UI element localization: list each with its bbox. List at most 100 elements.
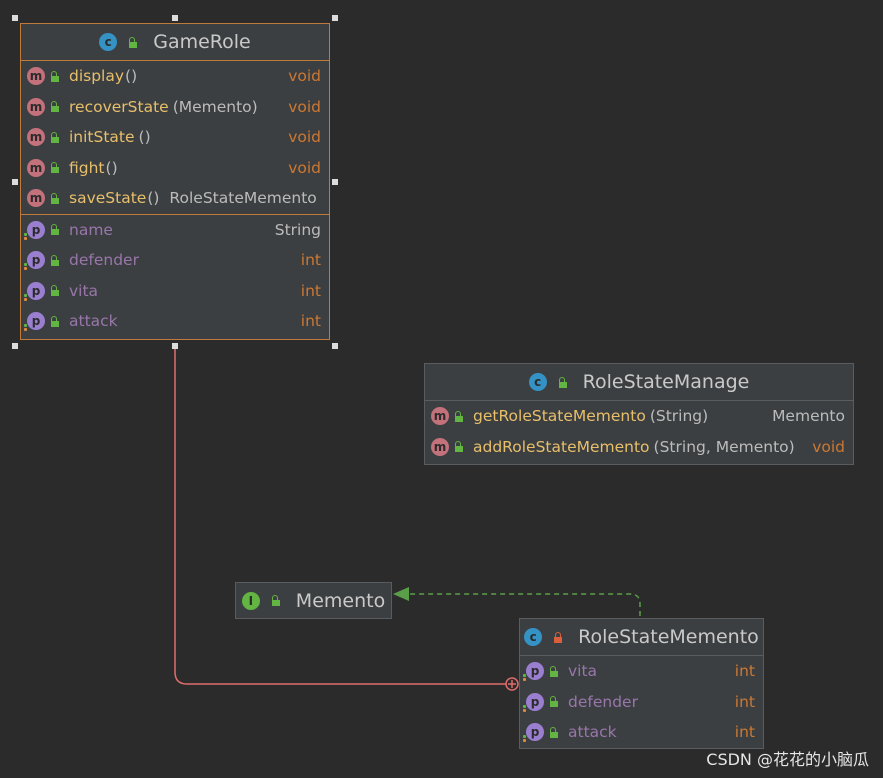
- public-lock-icon: [271, 595, 280, 606]
- method-return-type: void: [288, 128, 321, 147]
- public-lock-icon: [50, 192, 59, 204]
- public-lock-icon: [50, 101, 59, 113]
- memento-node[interactable]: I Memento: [235, 582, 392, 619]
- field-type: int: [734, 692, 755, 711]
- field-type: int: [300, 281, 321, 300]
- resize-handle-left[interactable]: [12, 179, 18, 185]
- watermark: CSDN @花花的小脑瓜: [706, 750, 869, 769]
- method-return-type: Memento: [772, 407, 845, 426]
- field-type: int: [300, 251, 321, 270]
- field-type: String: [274, 220, 321, 239]
- public-lock-icon: [549, 665, 558, 677]
- method-params: (): [147, 189, 160, 208]
- public-lock-icon: [50, 70, 59, 82]
- public-lock-icon: [549, 696, 558, 708]
- method-params: (String, Memento): [653, 437, 795, 456]
- method-params: (): [138, 128, 151, 147]
- public-lock-icon: [558, 376, 567, 388]
- method-icon: m: [27, 67, 45, 86]
- resize-handle-bottom-left[interactable]: [12, 343, 18, 349]
- property-icon: p: [24, 312, 45, 332]
- resize-handle-bottom[interactable]: [172, 343, 178, 349]
- public-lock-icon: [50, 254, 59, 266]
- method-row-recover-state[interactable]: m recoverState (Memento) void: [21, 92, 329, 123]
- resize-handle-top-right[interactable]: [332, 15, 338, 21]
- property-icon: p: [523, 692, 544, 712]
- class-icon: c: [524, 628, 543, 646]
- public-lock-icon: [549, 726, 558, 738]
- method-icon: m: [431, 437, 449, 456]
- method-icon: m: [27, 128, 45, 147]
- field-row-vita[interactable]: p vita int: [520, 656, 763, 687]
- method-name: recoverState: [69, 97, 169, 116]
- role-state-memento-title: RoleStateMemento: [578, 626, 759, 648]
- method-row-add-role-state-memento[interactable]: m addRoleStateMemento (String, Memento) …: [425, 432, 853, 463]
- field-name: name: [69, 220, 113, 239]
- public-lock-icon: [128, 36, 138, 48]
- method-name: fight: [69, 158, 105, 177]
- method-row-fight[interactable]: m fight () void: [21, 153, 329, 184]
- method-params: (Memento): [172, 97, 258, 116]
- method-row-display[interactable]: m display () void: [21, 61, 329, 92]
- resize-handle-top[interactable]: [172, 15, 178, 21]
- method-params: (): [105, 158, 118, 177]
- game-role-node[interactable]: c GameRole m display () void m recoverSt…: [20, 23, 330, 340]
- method-row-save-state[interactable]: m saveState () RoleStateMemento: [21, 183, 329, 214]
- resize-handle-bottom-right[interactable]: [332, 343, 338, 349]
- method-return-type: void: [812, 437, 845, 456]
- field-row-name[interactable]: p name String: [21, 215, 329, 246]
- field-name: attack: [568, 723, 617, 742]
- interface-icon: I: [241, 591, 260, 610]
- private-lock-icon: [553, 631, 563, 643]
- method-return-type: RoleStateMemento: [169, 189, 317, 208]
- role-state-manage-header: c RoleStateManage: [425, 364, 853, 401]
- realization-link: [408, 593, 641, 616]
- method-name: saveState: [69, 189, 147, 208]
- method-name: addRoleStateMemento: [473, 437, 650, 456]
- method-params: (): [125, 67, 138, 86]
- field-name: vita: [69, 281, 99, 300]
- field-name: attack: [69, 312, 118, 331]
- field-name: defender: [568, 692, 638, 711]
- method-row-get-role-state-memento[interactable]: m getRoleStateMemento (String) Memento: [425, 401, 853, 432]
- method-return-type: void: [288, 158, 321, 177]
- method-row-init-state[interactable]: m initState () void: [21, 122, 329, 153]
- class-icon: c: [528, 373, 547, 391]
- public-lock-icon: [50, 224, 59, 236]
- field-row-defender[interactable]: p defender int: [520, 687, 763, 718]
- property-icon: p: [24, 251, 45, 271]
- inner-class-marker: [505, 677, 519, 691]
- realization-arrowhead: [393, 587, 409, 601]
- game-role-header: c GameRole: [21, 24, 329, 61]
- field-row-attack[interactable]: p attack int: [520, 717, 763, 748]
- public-lock-icon: [50, 315, 59, 327]
- role-state-memento-node[interactable]: c RoleStateMemento p vita int p defender…: [519, 618, 764, 749]
- memento-title: Memento: [295, 589, 386, 612]
- method-icon: m: [431, 407, 449, 426]
- role-state-memento-header: c RoleStateMemento: [520, 619, 763, 656]
- game-role-fields: p name String p defender int p vita int …: [21, 213, 329, 337]
- resize-handle-top-left[interactable]: [12, 15, 18, 21]
- property-icon: p: [523, 662, 544, 682]
- method-icon: m: [27, 97, 45, 116]
- field-row-defender[interactable]: p defender int: [21, 245, 329, 276]
- field-row-attack[interactable]: p attack int: [21, 306, 329, 337]
- public-lock-icon: [50, 131, 59, 143]
- resize-handle-right[interactable]: [332, 179, 338, 185]
- field-type: int: [300, 312, 321, 331]
- role-state-manage-title: RoleStateManage: [582, 371, 750, 393]
- game-role-title: GameRole: [153, 31, 251, 53]
- field-name: defender: [69, 251, 139, 270]
- method-return-type: void: [288, 97, 321, 116]
- method-icon: m: [27, 158, 45, 177]
- method-name: initState: [69, 128, 135, 147]
- public-lock-icon: [50, 285, 59, 297]
- field-name: vita: [568, 662, 598, 681]
- method-name: getRoleStateMemento: [473, 407, 646, 426]
- method-icon: m: [27, 189, 45, 208]
- field-type: int: [734, 723, 755, 742]
- property-icon: p: [24, 220, 45, 240]
- public-lock-icon: [454, 410, 463, 422]
- role-state-manage-node[interactable]: c RoleStateManage m getRoleStateMemento …: [424, 363, 854, 465]
- field-row-vita[interactable]: p vita int: [21, 276, 329, 307]
